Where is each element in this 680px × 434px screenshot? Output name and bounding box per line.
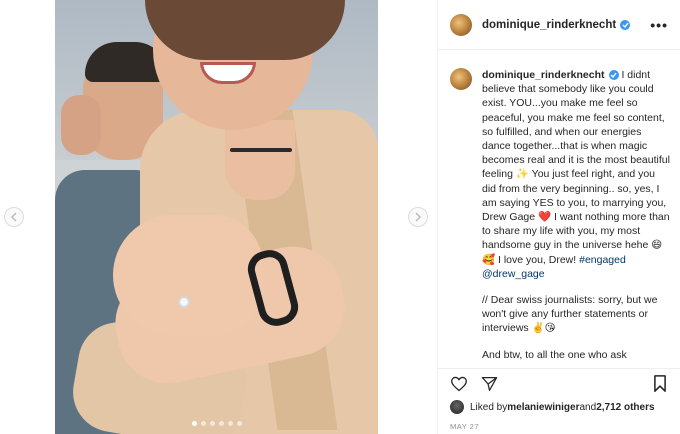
post-header: dominique_rinderknecht ••• <box>438 0 680 50</box>
carousel-dot <box>209 421 215 426</box>
caption-paragraph-pansexual: And btw, to all the one who ask themselv… <box>482 348 627 360</box>
caption-paragraph-journalists: // Dear swiss journalists: sorry, but we… <box>482 294 658 335</box>
caption-text-main: I didnt believe that somebody like you c… <box>482 69 670 266</box>
likes-count[interactable]: 2,712 others <box>596 402 654 413</box>
likes-summary: Liked by melaniewiniger and 2,712 others <box>450 400 655 414</box>
carousel-dot <box>200 421 206 426</box>
action-bar <box>438 368 680 398</box>
photo-woman-hair <box>145 0 345 60</box>
next-slide-button[interactable] <box>408 207 428 227</box>
mention-link[interactable]: @drew_gage <box>482 268 545 280</box>
like-button[interactable] <box>448 373 470 395</box>
paper-plane-icon <box>481 376 497 391</box>
heart-icon <box>451 376 467 391</box>
caption-author-avatar[interactable] <box>450 68 472 90</box>
liker-avatar[interactable] <box>450 400 464 414</box>
carousel-dot <box>236 421 242 426</box>
likes-prefix: Liked by <box>470 401 508 413</box>
post-photo[interactable] <box>55 0 378 434</box>
bookmark-icon <box>654 375 666 392</box>
post-side-panel: dominique_rinderknecht ••• dominique_rin… <box>437 0 680 434</box>
more-options-button[interactable]: ••• <box>650 17 668 33</box>
likes-middle: and <box>579 401 597 413</box>
chevron-right-icon <box>415 212 422 222</box>
author-avatar[interactable] <box>450 13 472 36</box>
liker-username[interactable]: melaniewiniger <box>507 402 579 413</box>
carousel-dot <box>227 421 233 426</box>
post-date[interactable]: MAY 27 <box>450 422 479 431</box>
caption-verified-badge-icon <box>608 70 619 80</box>
caption-text: dominique_rinderknecht I didnt believe t… <box>482 60 671 360</box>
photo-man-hand <box>61 95 101 155</box>
hashtag-link[interactable]: #engaged <box>579 254 626 266</box>
caption-area: dominique_rinderknecht I didnt believe t… <box>438 60 680 360</box>
save-button[interactable] <box>649 373 671 395</box>
caption-username[interactable]: dominique_rinderknecht <box>482 69 605 81</box>
photo-neck <box>225 120 295 200</box>
verified-badge-icon <box>620 19 631 30</box>
carousel-dot <box>218 421 224 426</box>
chevron-left-icon <box>10 212 17 222</box>
carousel-dot <box>191 421 197 426</box>
carousel-dots <box>55 421 378 426</box>
prev-post-button[interactable] <box>4 207 24 227</box>
photo-choker <box>230 148 292 152</box>
author-username[interactable]: dominique_rinderknecht <box>482 19 616 31</box>
photo-engagement-ring <box>178 296 190 308</box>
photo-hand <box>113 215 263 335</box>
share-button[interactable] <box>478 373 500 395</box>
